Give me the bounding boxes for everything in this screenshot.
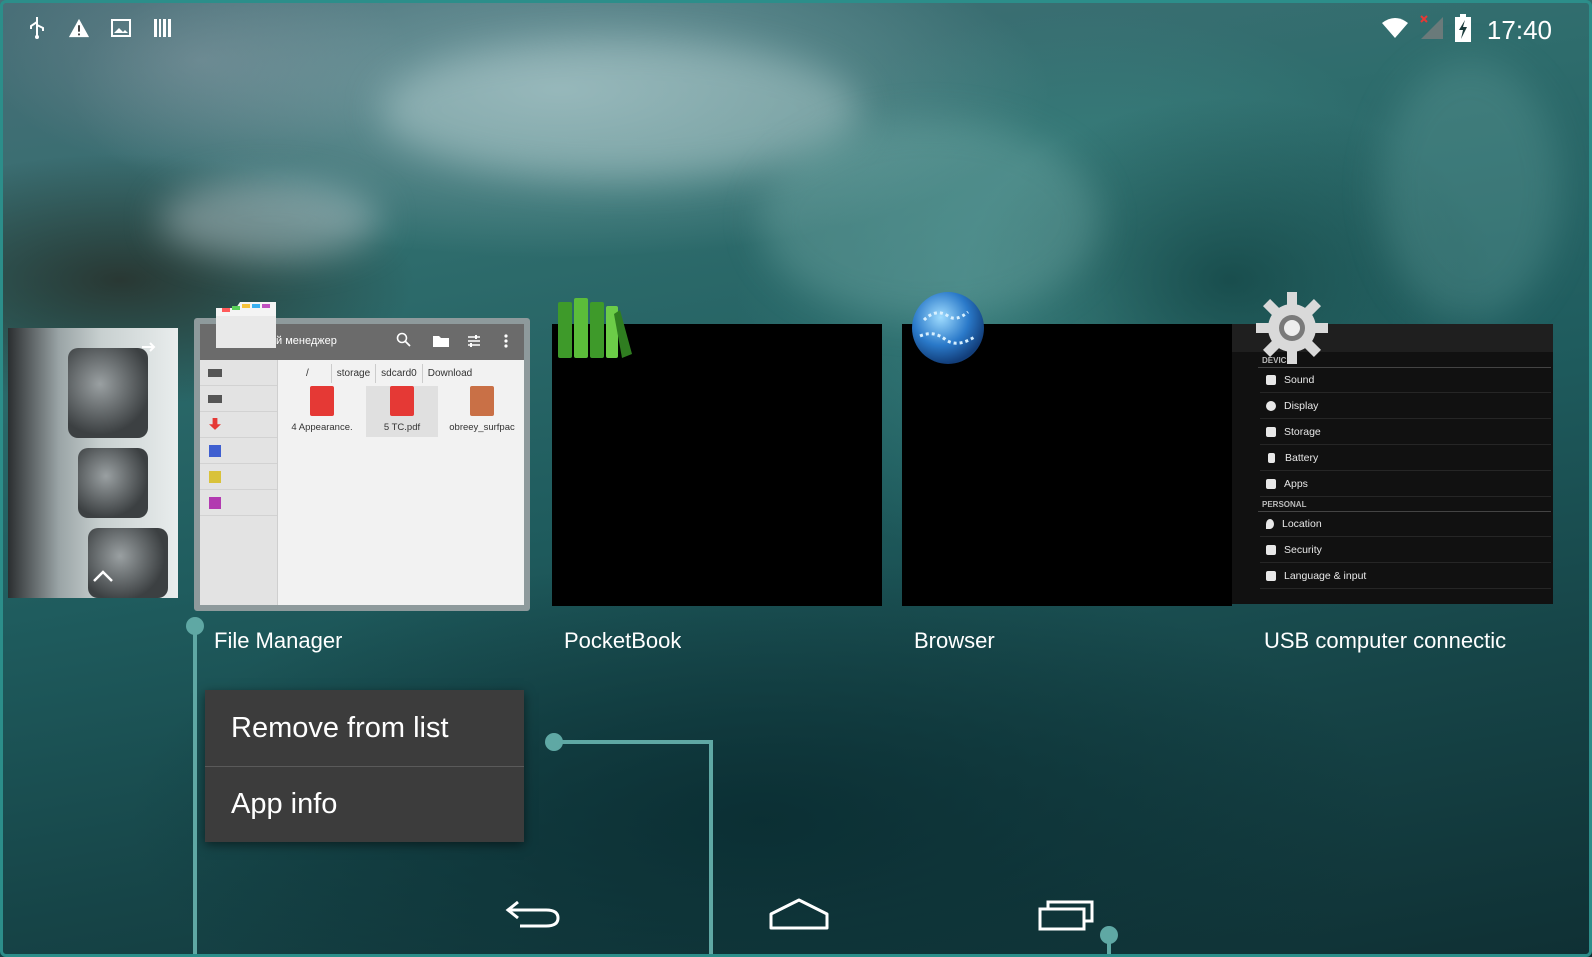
wifi-icon (1381, 17, 1409, 44)
app-info-menu-item[interactable]: App info (205, 766, 524, 842)
app-label[interactable]: File Manager (214, 628, 342, 654)
settings-gear-icon (1254, 290, 1330, 371)
home-icon (768, 896, 830, 935)
settings-item: Storage (1260, 420, 1551, 445)
display-icon (1266, 401, 1276, 411)
search-icon (396, 332, 412, 351)
recent-apps-icon (1037, 895, 1097, 936)
drive-icon (208, 369, 222, 377)
navigation-bar (0, 880, 1592, 950)
lock-icon (1266, 545, 1276, 555)
barcode-icon (152, 16, 174, 40)
overflow-menu-icon (504, 334, 508, 351)
file-name: 4 Appearance. (291, 422, 353, 433)
callout-dot (1100, 926, 1118, 944)
breadcrumb-item: storage (332, 364, 377, 383)
breadcrumb-item: Download (427, 368, 473, 379)
settings-item: Sound (1260, 368, 1551, 393)
file-manager-title: й менеджер (276, 335, 337, 347)
file-manager-thumbnail[interactable]: й менеджер / storage sdcard0 Download 4 … (194, 318, 530, 611)
image-icon (110, 16, 132, 40)
settings-section-label: PERSONAL (1262, 500, 1307, 509)
settings-item-label: Sound (1284, 374, 1315, 386)
usb-icon (26, 16, 48, 40)
warning-icon (68, 16, 90, 40)
file-item: obreey_surfpac (446, 386, 518, 433)
callout-dot (186, 617, 204, 635)
chevron-up-icon[interactable] (92, 569, 114, 588)
battery-icon (1268, 453, 1275, 463)
settings-item-label: Language & input (1284, 570, 1367, 582)
battery-charging-icon (1454, 14, 1471, 47)
settings-item-label: Battery (1285, 452, 1319, 464)
download-icon (209, 418, 221, 430)
app-label[interactable]: PocketBook (564, 628, 681, 654)
settings-item-label: Security (1284, 544, 1322, 556)
file-manager-sidebar (200, 360, 278, 605)
recent-apps-button[interactable] (1032, 890, 1102, 940)
breadcrumb-item: sdcard0 (376, 364, 423, 383)
settings-item: Location (1260, 512, 1551, 537)
file-manager-breadcrumb: / storage sdcard0 Download (284, 364, 477, 383)
file-item: 5 TC.pdf (366, 386, 438, 437)
file-name: 5 TC.pdf (383, 422, 421, 433)
settings-item: Display (1260, 394, 1551, 419)
music-icon (209, 445, 221, 457)
settings-item-label: Storage (1284, 426, 1321, 438)
pdf-icon (310, 386, 334, 416)
callout-line (709, 740, 713, 957)
home-button[interactable] (764, 890, 834, 940)
sound-icon (1266, 375, 1276, 385)
zip-icon (470, 386, 494, 416)
settings-item-label: Apps (1284, 478, 1308, 490)
sdcard-icon (208, 395, 222, 403)
pocketbook-icon (556, 296, 636, 367)
callout-line (553, 740, 713, 744)
storage-icon (1266, 427, 1276, 437)
file-manager-icon (212, 298, 280, 357)
apps-icon (1266, 479, 1276, 489)
settings-item: Security (1260, 538, 1551, 563)
callout-line (193, 626, 197, 957)
sort-icon (466, 333, 482, 352)
back-icon (504, 896, 562, 935)
callout-dot (545, 733, 563, 751)
video-icon (209, 471, 221, 483)
new-folder-icon (432, 334, 450, 351)
context-menu: Remove from list App info (205, 690, 524, 842)
breadcrumb-item: / (284, 364, 332, 383)
recent-app-card-partial[interactable] (8, 328, 178, 598)
file-item: 4 Appearance. (286, 386, 358, 433)
settings-item: Battery (1260, 446, 1551, 471)
app-label[interactable]: Browser (914, 628, 995, 654)
pdf-icon (390, 386, 414, 416)
status-bar: 17:40 (0, 0, 1592, 58)
language-icon (1266, 571, 1276, 581)
photo-icon (209, 497, 221, 509)
settings-item-label: Location (1282, 518, 1322, 530)
settings-item: Apps (1260, 472, 1551, 497)
no-signal-icon (1419, 15, 1445, 46)
file-name: obreey_surfpac (449, 422, 515, 433)
location-icon (1266, 519, 1274, 529)
remove-from-list-menu-item[interactable]: Remove from list (205, 690, 524, 766)
back-button[interactable] (498, 890, 568, 940)
clock: 17:40 (1486, 15, 1552, 45)
settings-item-label: Display (1284, 400, 1319, 412)
pin-icon (140, 340, 156, 358)
settings-item: Language & input (1260, 564, 1551, 589)
browser-globe-icon (910, 290, 986, 371)
app-label[interactable]: USB computer connectic (1264, 628, 1524, 654)
